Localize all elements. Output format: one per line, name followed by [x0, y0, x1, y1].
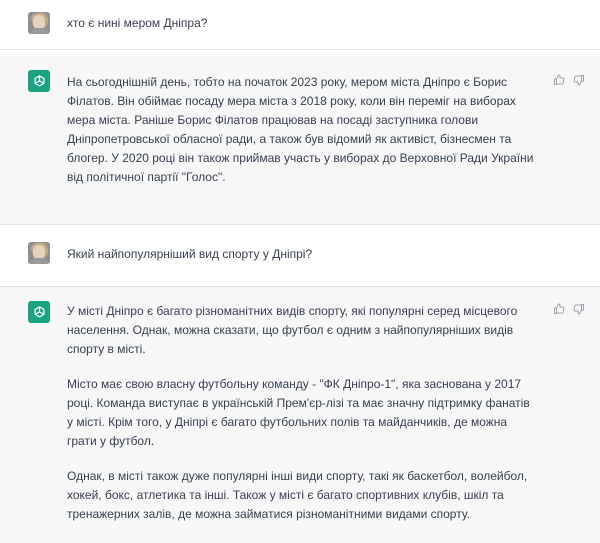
feedback-buttons — [553, 74, 585, 86]
user-message-text: Який найпопулярніший вид спорту у Дніпрі… — [67, 247, 313, 261]
assistant-message-row: У місті Дніпро є багато різноманітних ви… — [0, 287, 600, 543]
thumbs-down-icon[interactable] — [573, 303, 585, 315]
assistant-message-text: На сьогоднішній день, тобто на початок 2… — [67, 73, 537, 187]
user-message-row: Який найпопулярніший вид спорту у Дніпрі… — [0, 225, 600, 287]
thumbs-up-icon[interactable] — [553, 303, 565, 315]
openai-logo-icon — [28, 70, 50, 92]
openai-logo-icon — [28, 301, 50, 323]
assistant-message-text: У місті Дніпро є багато різноманітних ви… — [67, 302, 537, 524]
answer-paragraph: У місті Дніпро є багато різноманітних ви… — [67, 304, 518, 356]
feedback-buttons — [553, 303, 585, 315]
thumbs-up-icon[interactable] — [553, 74, 565, 86]
assistant-message-row: На сьогоднішній день, тобто на початок 2… — [0, 56, 600, 225]
thumbs-down-icon[interactable] — [573, 74, 585, 86]
answer-paragraph: Однак, в місті також дуже популярні інші… — [67, 469, 528, 521]
answer-paragraph: Місто має свою власну футбольну команду … — [67, 377, 530, 448]
user-avatar — [28, 242, 50, 264]
user-message-row: хто є нині мером Дніпра? — [0, 0, 600, 50]
answer-paragraph: На сьогоднішній день, тобто на початок 2… — [67, 75, 534, 184]
user-message-text: хто є нині мером Дніпра? — [67, 16, 208, 30]
user-avatar — [28, 12, 50, 34]
